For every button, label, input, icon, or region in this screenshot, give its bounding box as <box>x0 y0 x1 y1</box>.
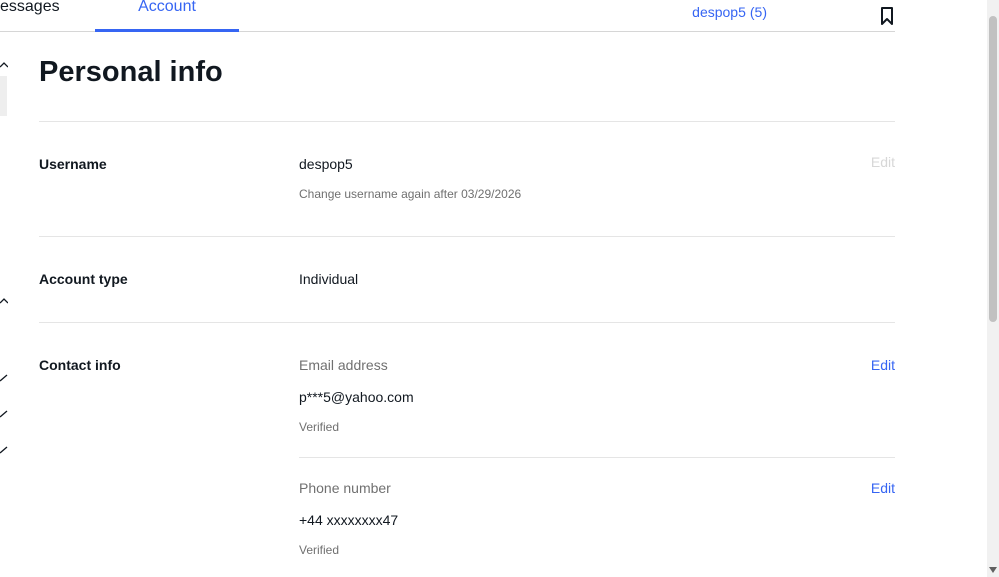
phone-verified-status: Verified <box>299 543 340 557</box>
phone-value: +44 xxxxxxxx47 <box>299 512 399 528</box>
contact-info-row-label: Contact info <box>39 357 121 373</box>
vertical-scrollbar[interactable] <box>987 0 999 577</box>
top-navigation: essages Account despop5 (5) <box>0 0 895 32</box>
username-edit-button[interactable]: Edit <box>871 154 895 170</box>
scrollbar-thumb[interactable] <box>989 16 997 322</box>
tab-account[interactable]: Account <box>95 0 239 30</box>
tab-messages[interactable]: essages <box>0 0 60 30</box>
check-icon <box>0 446 8 454</box>
account-type-value: Individual <box>299 271 359 287</box>
sidebar-selected-item[interactable] <box>0 76 7 116</box>
page-title: Personal info <box>39 56 223 88</box>
username-row-label: Username <box>39 156 107 172</box>
check-icon <box>0 410 8 418</box>
phone-field-label: Phone number <box>299 480 391 496</box>
chevron-up-icon[interactable] <box>0 61 8 69</box>
active-tab-indicator <box>95 29 239 32</box>
divider <box>39 236 895 237</box>
chevron-up-icon[interactable] <box>0 297 8 305</box>
username-link-label: despop5 <box>692 4 746 20</box>
divider <box>39 322 895 323</box>
account-type-row-label: Account type <box>39 271 128 287</box>
email-verified-status: Verified <box>299 420 340 434</box>
bookmark-icon[interactable] <box>880 7 894 25</box>
divider <box>39 121 895 122</box>
email-value: p***5@yahoo.com <box>299 389 414 405</box>
phone-edit-button[interactable]: Edit <box>871 480 895 496</box>
username-value: despop5 <box>299 156 353 172</box>
scroll-down-arrow-icon[interactable] <box>989 567 997 573</box>
user-profile-link[interactable]: despop5 (5) <box>692 4 767 20</box>
email-field-label: Email address <box>299 357 388 373</box>
feedback-count: (5) <box>749 4 767 20</box>
check-icon <box>0 374 8 382</box>
email-edit-button[interactable]: Edit <box>871 357 895 373</box>
username-change-note: Change username again after 03/29/2026 <box>299 187 522 201</box>
divider <box>299 457 895 458</box>
